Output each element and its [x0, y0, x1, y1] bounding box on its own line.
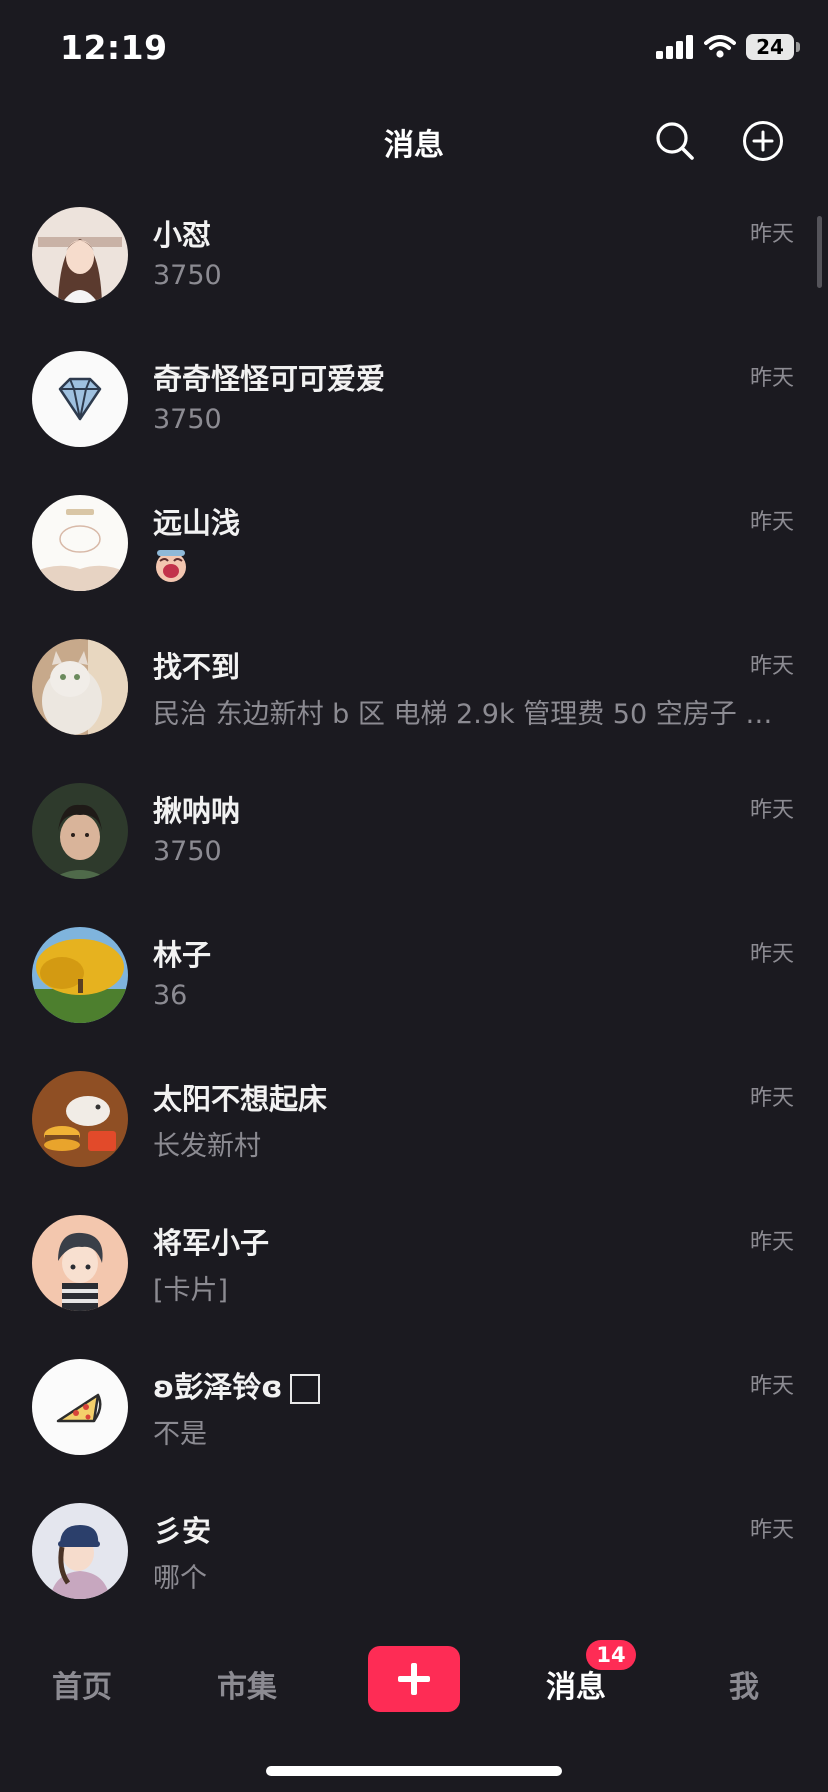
add-button[interactable] [740, 118, 786, 164]
message-time: 昨天 [749, 1086, 794, 1111]
contact-name: 远山浅 [153, 506, 241, 540]
add-circle-icon [743, 121, 783, 161]
conversation-row[interactable]: 太阳不想起床 长发新村 昨天 [0, 1064, 828, 1208]
conversation-row[interactable]: 揪呐呐 3750 昨天 [0, 776, 828, 920]
status-time: 12:19 [60, 28, 168, 67]
message-time: 昨天 [749, 510, 794, 535]
header: 消息 [0, 100, 828, 184]
conversation-row[interactable]: ʚ彭泽铃ɞ 不是 昨天 [0, 1352, 828, 1496]
message-time: 昨天 [749, 1518, 794, 1543]
battery-nub [796, 42, 800, 52]
wifi-icon [704, 35, 736, 58]
contact-name: 林子 [153, 938, 212, 972]
message-time: 昨天 [749, 222, 794, 247]
avatar[interactable] [32, 1215, 128, 1311]
page-title: 消息 [384, 128, 444, 163]
message-time: 昨天 [749, 798, 794, 823]
message-preview: 3750 [153, 836, 222, 867]
message-preview: 3750 [153, 404, 222, 435]
contact-name: 彡安 [153, 1514, 212, 1548]
conversation-list: 小怼 3750 昨天 奇奇怪怪可可爱爱 3750 昨天 远山浅 昨天 找不到 民… [0, 200, 828, 1640]
crying-sticker-icon [156, 550, 186, 582]
tab-market[interactable]: 市集 [217, 1662, 277, 1706]
message-time: 昨天 [749, 1374, 794, 1399]
conversation-row[interactable]: 将军小子 [卡片] 昨天 [0, 1208, 828, 1352]
contact-name: 奇奇怪怪可可爱爱 [153, 362, 386, 396]
conversation-row[interactable]: 远山浅 昨天 [0, 488, 828, 632]
home-indicator[interactable] [266, 1766, 562, 1776]
tab-home[interactable]: 首页 [52, 1662, 112, 1706]
contact-name: 找不到 [153, 650, 241, 684]
status-bar: 12:19 24 [0, 0, 828, 96]
conversation-row[interactable]: 找不到 民治 东边新村 b 区 电梯 2.9k 管理费 50 空房子 可以直接看… [0, 632, 828, 776]
avatar[interactable] [32, 639, 128, 735]
message-preview: 民治 东边新村 b 区 电梯 2.9k 管理费 50 空房子 可以直接看 [153, 699, 785, 730]
tab-bar: 首页 市集 消息 14 我 [0, 1620, 828, 1740]
create-button[interactable] [368, 1646, 460, 1712]
avatar[interactable] [32, 495, 128, 591]
avatar[interactable] [32, 927, 128, 1023]
conversation-row[interactable]: 小怼 3750 昨天 [0, 200, 828, 344]
contact-name: 太阳不想起床 [153, 1082, 328, 1116]
conversation-row[interactable]: 彡安 哪个 昨天 [0, 1496, 828, 1640]
message-time: 昨天 [749, 366, 794, 391]
contact-name: 小怼 [153, 218, 212, 252]
avatar[interactable] [32, 1359, 128, 1455]
contact-name: 将军小子 [153, 1226, 270, 1260]
conversation-row[interactable]: 林子 36 昨天 [0, 920, 828, 1064]
message-time: 昨天 [749, 1230, 794, 1255]
message-preview: 长发新村 [153, 1131, 261, 1162]
tab-me[interactable]: 我 [729, 1662, 759, 1706]
unread-badge: 14 [586, 1640, 636, 1670]
conversation-row[interactable]: 奇奇怪怪可可爱爱 3750 昨天 [0, 344, 828, 488]
message-preview: 36 [153, 980, 188, 1011]
message-preview: 哪个 [153, 1563, 207, 1594]
battery-level: 24 [756, 35, 784, 59]
avatar[interactable] [32, 1503, 128, 1599]
message-time: 昨天 [749, 942, 794, 967]
message-preview: [卡片] [153, 1275, 229, 1306]
status-icons: 24 [656, 34, 800, 60]
avatar[interactable] [32, 351, 128, 447]
message-preview: 不是 [153, 1419, 207, 1450]
message-preview: 3750 [153, 260, 222, 291]
message-preview [153, 548, 785, 584]
contact-name: 揪呐呐 [153, 794, 241, 828]
search-button[interactable] [652, 118, 698, 164]
search-icon [656, 122, 694, 160]
avatar[interactable] [32, 207, 128, 303]
contact-name: ʚ彭泽铃ɞ [153, 1364, 321, 1406]
battery-indicator: 24 [746, 34, 800, 60]
contact-name-text: ʚ彭泽铃ɞ [153, 1370, 283, 1404]
avatar[interactable] [32, 783, 128, 879]
plus-icon [398, 1663, 430, 1695]
message-time: 昨天 [749, 654, 794, 679]
signal-icon [656, 35, 693, 59]
avatar[interactable] [32, 1071, 128, 1167]
unrenderable-emoji-icon [290, 1374, 321, 1404]
